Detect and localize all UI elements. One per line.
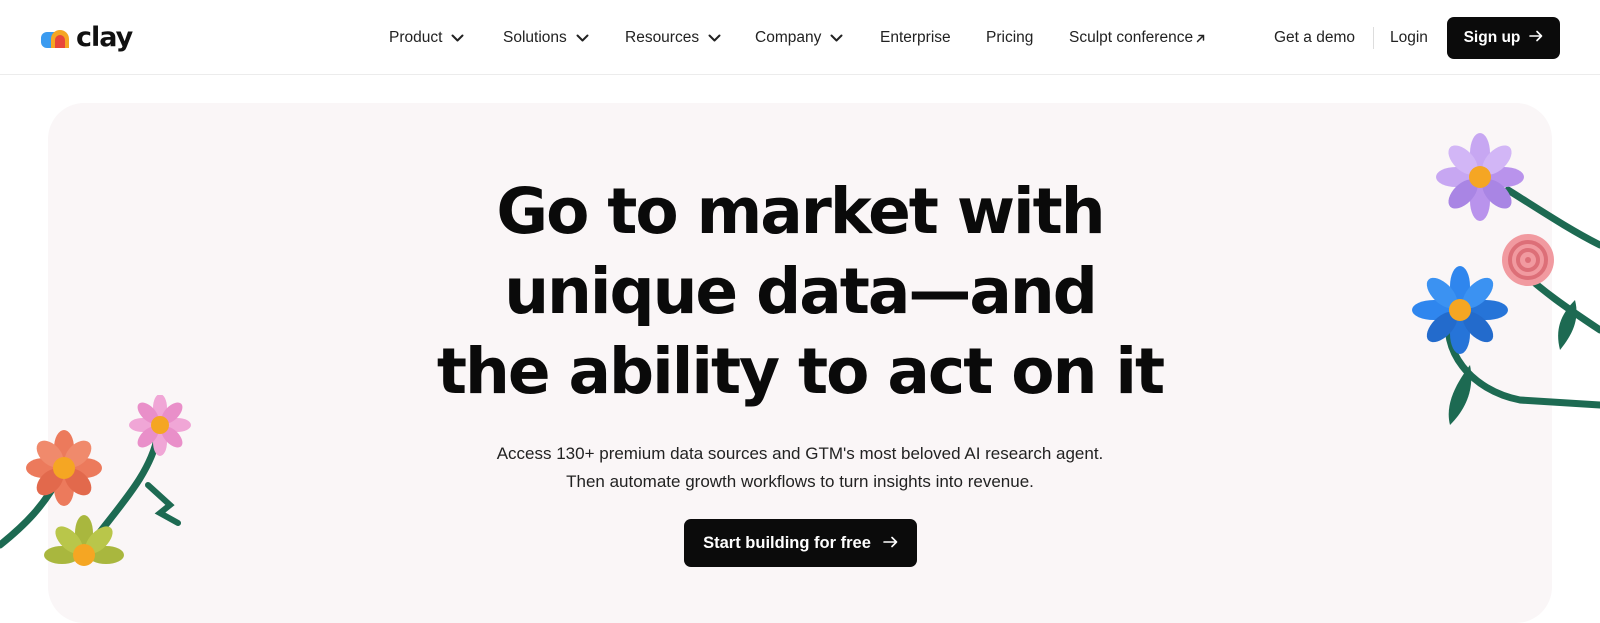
orange-flower: [26, 430, 102, 506]
blue-flower: [1412, 266, 1508, 354]
nav-item-enterprise[interactable]: Enterprise: [880, 26, 951, 50]
top-navigation: clay Product Solutions Resources Company…: [0, 0, 1600, 75]
flower-decoration-right: [1412, 133, 1600, 425]
nav-divider: [1373, 27, 1374, 49]
get-a-demo-link[interactable]: Get a demo: [1274, 26, 1355, 50]
arrow-right-icon: [883, 534, 898, 553]
arrow-right-icon: [1529, 29, 1543, 47]
nav-item-pricing[interactable]: Pricing: [986, 26, 1033, 50]
subheadline-line: Access 130+ premium data sources and GTM…: [496, 444, 1104, 463]
sign-up-label: Sign up: [1463, 29, 1521, 46]
start-building-button[interactable]: Start building for free: [684, 519, 917, 567]
external-arrow-icon: [1196, 34, 1205, 43]
subheadline-line: Then automate growth workflows to turn i…: [566, 472, 1034, 491]
login-link[interactable]: Login: [1390, 26, 1428, 50]
nav-item-sculpt-conference[interactable]: Sculpt conference: [1069, 26, 1205, 50]
chevron-down-icon: [451, 34, 464, 42]
chevron-down-icon: [576, 34, 589, 42]
nav-label: Pricing: [986, 29, 1034, 46]
nav-item-resources[interactable]: Resources: [625, 26, 721, 50]
nav-label: Resources: [625, 29, 700, 46]
nav-label: Solutions: [503, 29, 567, 46]
nav-label: Enterprise: [880, 29, 951, 46]
chevron-down-icon: [830, 34, 843, 42]
clay-logo-icon: [41, 30, 69, 48]
nav-item-company[interactable]: Company: [755, 26, 843, 50]
flower-decoration-left: [0, 395, 191, 566]
hero-headline: Go to market with unique data—and the ab…: [0, 172, 1600, 412]
headline-line: Go to market with: [496, 175, 1105, 248]
hero-subheadline: Access 130+ premium data sources and GTM…: [0, 440, 1600, 496]
pink-flower: [129, 395, 191, 456]
rose-flower: [1502, 234, 1554, 286]
login-label: Login: [1390, 29, 1428, 46]
headline-line: unique data—and: [504, 255, 1098, 328]
nav-label: Company: [755, 29, 822, 46]
chevron-down-icon: [708, 34, 721, 42]
sign-up-button[interactable]: Sign up: [1447, 17, 1560, 59]
clay-logo[interactable]: clay: [40, 21, 133, 53]
nav-label: Sculpt conference: [1069, 29, 1194, 46]
demo-label: Get a demo: [1274, 29, 1355, 46]
brand-name: clay: [76, 21, 133, 53]
cta-label: Start building for free: [703, 533, 871, 552]
nav-item-product[interactable]: Product: [389, 26, 464, 50]
green-flower: [44, 515, 124, 566]
nav-label: Product: [389, 29, 443, 46]
headline-line: the ability to act on it: [436, 335, 1165, 408]
nav-item-solutions[interactable]: Solutions: [503, 26, 589, 50]
lavender-flower: [1436, 133, 1524, 221]
